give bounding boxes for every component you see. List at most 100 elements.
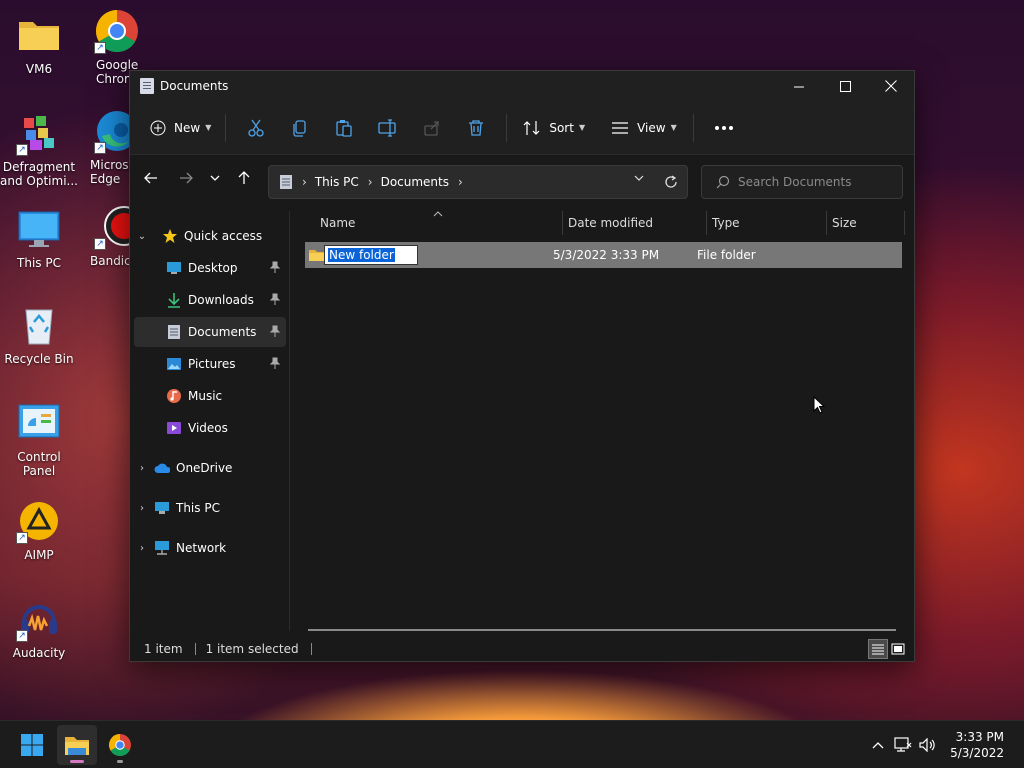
desktop-icon-vm6[interactable]: VM6 (0, 12, 78, 76)
nav-quick-access-label: Quick access (184, 229, 263, 243)
nav-item-videos[interactable]: Videos (134, 413, 286, 443)
close-button[interactable] (868, 71, 914, 101)
new-button[interactable]: New ▼ (140, 111, 217, 145)
chrome-icon (109, 734, 131, 756)
column-header-label: Name (320, 216, 356, 230)
search-box[interactable] (701, 165, 903, 199)
desktop-icon-label: Defragment and Optimi... (0, 160, 78, 188)
start-button[interactable] (12, 725, 52, 765)
paste-icon (336, 119, 352, 137)
volume-button[interactable] (916, 738, 940, 752)
desktop-icon-control-panel[interactable]: Control Panel (0, 400, 78, 478)
column-divider[interactable] (826, 211, 827, 235)
desktop-icon-aimp[interactable]: ↗ AIMP (0, 498, 78, 562)
details-view-icon (872, 644, 884, 655)
nav-item-music[interactable]: Music (134, 381, 286, 411)
column-divider[interactable] (562, 211, 563, 235)
nav-item-pictures[interactable]: Pictures (134, 349, 286, 379)
chevron-right-icon[interactable]: › (134, 543, 150, 554)
chevron-down-icon: ▼ (670, 123, 677, 132)
title-bar[interactable]: Documents (130, 71, 914, 101)
arrow-left-icon (144, 172, 157, 184)
forward-button[interactable] (170, 162, 202, 194)
nav-item-label: Music (188, 389, 223, 403)
trash-icon (469, 119, 484, 136)
show-hidden-icons-button[interactable] (866, 741, 890, 749)
file-list: Name Date modified Type Size New folder … (290, 211, 914, 631)
documents-app-icon (140, 78, 154, 94)
up-button[interactable] (228, 162, 260, 194)
details-view-button[interactable] (868, 639, 888, 659)
toolbar-divider (692, 113, 694, 142)
audacity-icon: ↗ (16, 596, 62, 642)
desktop-icon-audacity[interactable]: ↗ Audacity (0, 596, 78, 660)
desktop-icon-defragment[interactable]: ↗ Defragment and Optimi... (0, 110, 78, 188)
desktop-icon-this-pc[interactable]: This PC (0, 206, 78, 270)
rename-input-text: New folder (328, 248, 395, 262)
clock-time: 3:33 PM (955, 730, 1004, 744)
address-bar[interactable]: › This PC › Documents › (268, 165, 688, 199)
nav-item-label: Pictures (188, 357, 236, 371)
breadcrumb-chevron-icon: › (367, 175, 373, 189)
breadcrumb-documents[interactable]: Documents (381, 175, 449, 189)
minimize-button[interactable] (776, 71, 822, 101)
nav-item-documents[interactable]: Documents (134, 317, 286, 347)
desktop-icon-recycle-bin[interactable]: Recycle Bin (0, 302, 78, 366)
paste-button[interactable] (329, 113, 359, 143)
column-header-type[interactable]: Type (712, 211, 824, 235)
more-options-button[interactable] (709, 113, 739, 143)
sort-arrows-icon (523, 120, 540, 135)
chevron-down-icon (634, 175, 644, 181)
chevron-right-icon[interactable]: › (134, 463, 150, 474)
copy-button[interactable] (285, 113, 315, 143)
network-status-button[interactable] (890, 737, 916, 753)
chrome-icon: ↗ (94, 8, 140, 54)
cut-button[interactable] (241, 113, 271, 143)
music-icon (166, 388, 182, 404)
window-title: Documents (160, 79, 229, 93)
column-header-label: Type (712, 216, 740, 230)
breadcrumb-this-pc[interactable]: This PC (315, 175, 359, 189)
desktop-icon-label: Recycle Bin (4, 352, 74, 366)
nav-this-pc[interactable]: › This PC (134, 493, 286, 523)
share-button[interactable] (417, 113, 447, 143)
network-icon (154, 540, 170, 556)
refresh-button[interactable] (655, 175, 687, 189)
nav-item-desktop[interactable]: Desktop (134, 253, 286, 283)
row-type: File folder (697, 248, 756, 262)
column-header-date[interactable]: Date modified (568, 211, 706, 235)
column-divider[interactable] (706, 211, 707, 235)
shortcut-arrow-icon: ↗ (16, 630, 28, 642)
search-input[interactable] (738, 175, 888, 189)
column-header-size[interactable]: Size (832, 211, 902, 235)
nav-onedrive[interactable]: › OneDrive (134, 453, 286, 483)
taskbar-clock[interactable]: 3:33 PM 5/3/2022 (950, 729, 1004, 761)
pin-icon (269, 293, 281, 308)
recent-locations-button[interactable] (202, 162, 228, 194)
nav-item-downloads[interactable]: Downloads (134, 285, 286, 315)
rename-button[interactable] (373, 113, 403, 143)
back-button[interactable] (135, 162, 167, 194)
rename-input[interactable]: New folder (324, 245, 418, 265)
thumbnail-view-button[interactable] (888, 639, 908, 659)
horizontal-scrollbar[interactable] (308, 629, 896, 631)
table-row[interactable]: New folder 5/3/2022 3:33 PM File folder (305, 242, 902, 268)
column-divider[interactable] (904, 211, 905, 235)
maximize-button[interactable] (822, 71, 868, 101)
pin-icon (269, 325, 281, 340)
row-date: 5/3/2022 3:33 PM (553, 248, 660, 262)
mouse-cursor-icon (813, 396, 825, 414)
delete-button[interactable] (461, 113, 491, 143)
view-button[interactable]: View ▼ (593, 111, 685, 145)
nav-quick-access[interactable]: ⌄ Quick access (134, 221, 286, 251)
view-button-label: View (637, 120, 666, 135)
chevron-right-icon[interactable]: › (134, 503, 150, 514)
taskbar-chrome[interactable] (100, 725, 140, 765)
address-history-button[interactable] (623, 175, 655, 189)
desktop-icon-label: AIMP (24, 548, 54, 562)
sort-button[interactable]: Sort ▼ (515, 111, 593, 145)
nav-network[interactable]: › Network (134, 533, 286, 563)
taskbar-file-explorer[interactable] (57, 725, 97, 765)
shortcut-arrow-icon: ↗ (16, 532, 28, 544)
chevron-down-icon[interactable]: ⌄ (134, 231, 150, 242)
